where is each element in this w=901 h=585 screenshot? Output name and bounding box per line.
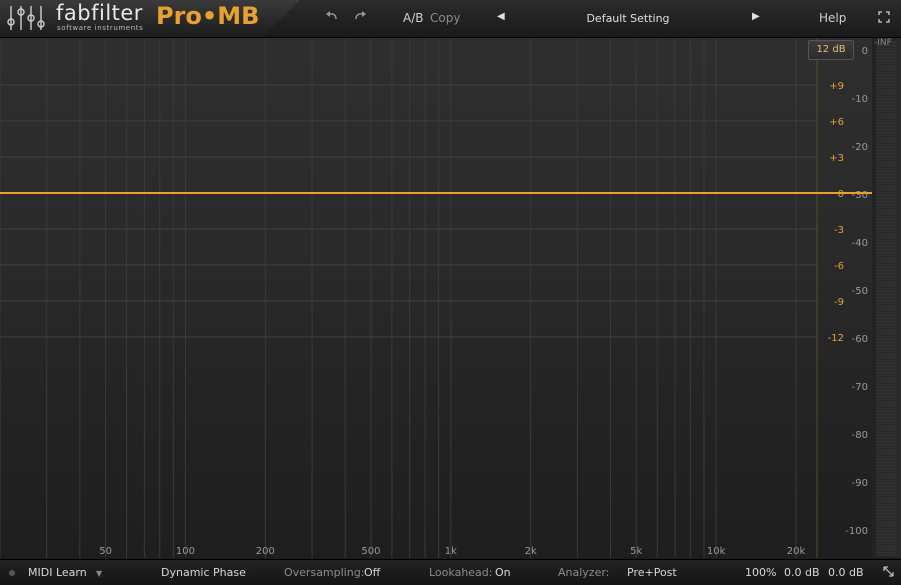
display-range-button[interactable]: 12 dB [808, 40, 854, 60]
brand-subtitle: software instruments [57, 24, 144, 32]
redo-icon [355, 11, 366, 20]
analyzer-value[interactable]: Pre+Post [627, 566, 677, 579]
lookahead-label: Lookahead: [429, 566, 493, 579]
meter-scale-label: -50 [852, 286, 868, 297]
arrow-left-icon: ◀ [497, 11, 505, 22]
meter-scale-label: -70 [852, 382, 868, 393]
freq-axis-label: 20k [787, 546, 806, 557]
processing-mode-selector[interactable]: Dynamic Phase [161, 566, 246, 579]
gain-axis-label: -12 [828, 333, 844, 344]
undo-icon [326, 11, 337, 20]
fullscreen-icon [878, 11, 890, 23]
arrow-right-icon: ▶ [752, 11, 760, 22]
input-gain-value[interactable]: 0.0 dB [784, 566, 820, 579]
gain-axis-label: +6 [829, 117, 844, 128]
output-level-meter [876, 40, 896, 556]
midi-learn-dropdown[interactable]: ▼ [96, 566, 102, 579]
next-preset-button[interactable]: ▶ [752, 11, 760, 22]
product-name: Pro•MB [156, 2, 260, 30]
gain-axis-label: 0 [838, 189, 844, 200]
meter-scale-label: -90 [852, 478, 868, 489]
resize-icon [883, 566, 894, 577]
fullscreen-button[interactable] [878, 11, 890, 26]
resize-handle[interactable] [882, 565, 895, 581]
oversampling-label: Oversampling: [284, 566, 365, 579]
preset-name[interactable]: Default Setting [518, 12, 738, 25]
meter-scale-label: -10 [852, 94, 868, 105]
freq-axis-label: 2k [525, 546, 537, 557]
redo-button[interactable] [353, 11, 367, 26]
header-bar: fabfilter software instruments Pro•MB A/… [0, 0, 901, 38]
spectrum-display[interactable]: +9 +6 +3 0 -3 -6 -9 -12 0 -10 -20 -30 -40 -50 -60 -70 -8… [0, 38, 872, 558]
meter-scale-label: 0 [862, 46, 868, 57]
meter-inf-label: -INF [874, 38, 892, 48]
brand-name: fabfilter [56, 1, 143, 25]
undo-button[interactable] [325, 11, 339, 26]
gain-axis-label: +9 [829, 81, 844, 92]
eq-graph[interactable]: +9 +6 +3 0 -3 -6 -9 -12 0 -10 -20 -30 -40 -50 -60 -70 -8… [0, 38, 872, 558]
freq-axis-label: 1k [445, 546, 457, 557]
freq-axis-label: 500 [361, 546, 380, 557]
previous-preset-button[interactable]: ◀ [497, 11, 505, 22]
freq-axis-label: 200 [256, 546, 275, 557]
logo-area: fabfilter software instruments Pro•MB [0, 0, 300, 37]
copy-button[interactable]: Copy [430, 11, 460, 25]
fabfilter-logo-icon [7, 6, 45, 30]
midi-learn-button[interactable]: MIDI Learn [28, 566, 87, 579]
help-button[interactable]: Help [819, 11, 846, 25]
gain-axis-label: -6 [834, 261, 844, 272]
gain-axis-label: -9 [834, 297, 844, 308]
analyzer-label: Analyzer: [558, 566, 610, 579]
freq-axis-label: 100 [176, 546, 195, 557]
oversampling-value[interactable]: Off [364, 566, 380, 579]
meter-scale-label: -40 [852, 238, 868, 249]
chevron-down-icon: ▼ [96, 569, 103, 578]
lookahead-value[interactable]: On [495, 566, 511, 579]
gain-axis-label: +3 [829, 153, 844, 164]
ab-button[interactable]: A/B [403, 11, 423, 25]
midi-learn-toggle[interactable] [8, 567, 16, 580]
meter-scale-label: -30 [852, 190, 868, 201]
gain-axis-label: -3 [834, 225, 844, 236]
freq-axis-label: 10k [707, 546, 726, 557]
zoom-value[interactable]: 100% [745, 566, 776, 579]
footer-bar: MIDI Learn ▼ Dynamic Phase Oversampling:… [0, 559, 901, 585]
meter-scale-label: -20 [852, 142, 868, 153]
meter-scale-label: -100 [845, 526, 868, 537]
freq-axis-label: 5k [630, 546, 642, 557]
meter-scale-label: -80 [852, 430, 868, 441]
freq-axis-label: 50 [99, 546, 112, 557]
meter-scale-label: -60 [852, 334, 868, 345]
power-dot-icon [9, 570, 15, 576]
output-gain-value[interactable]: 0.0 dB [828, 566, 864, 579]
